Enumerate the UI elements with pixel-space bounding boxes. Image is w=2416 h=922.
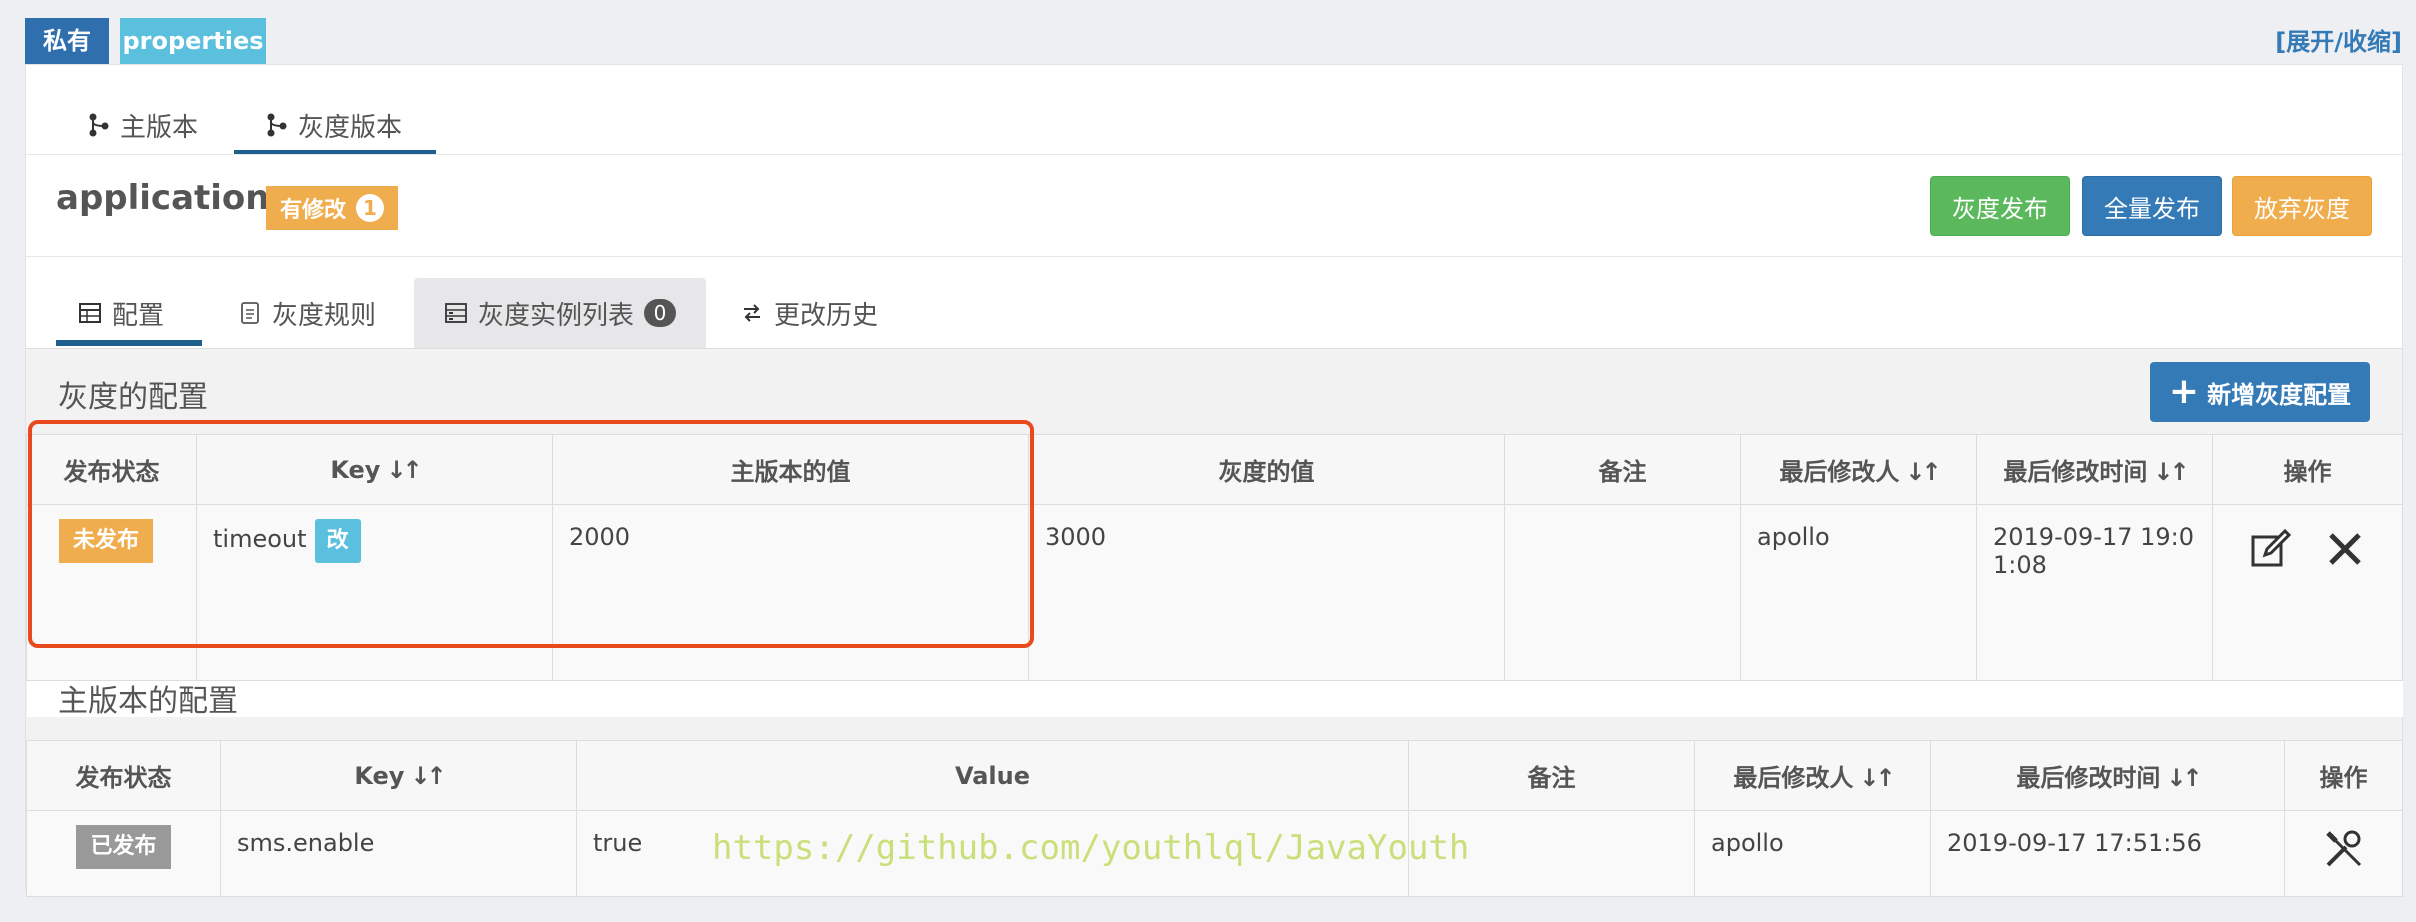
edit-icon[interactable] [2249,527,2293,571]
full-publish-button[interactable]: 全量发布 [2082,176,2222,236]
modifier-cell: apollo [1740,504,1977,681]
divider [26,256,2402,257]
tab-gray-instances[interactable]: 灰度实例列表 0 [414,278,707,348]
watermark-text: https://github.com/youthlql/JavaYouth [712,828,1470,868]
column-header-modifier[interactable]: 最后修改人 ↓↑ [1740,434,1977,505]
branch-icon [266,112,288,138]
column-header-key[interactable]: Key ↓↑ [220,740,577,811]
tab-main-version[interactable]: 主版本 [88,96,198,154]
swap-icon [740,301,764,325]
modifier-cell: apollo [1694,810,1931,897]
gray-config-title: 灰度的配置 [58,380,208,415]
highlight-annotation [28,420,1034,648]
tab-gray-instances-label: 灰度实例列表 [478,300,635,331]
modified-badge-label: 有修改 [280,198,347,223]
branch-icon [88,112,110,138]
divider [26,154,2402,155]
sort-icon[interactable]: ↓↑ [410,762,446,790]
tab-gray-version-label: 灰度版本 [298,112,403,143]
column-header-gray-value: 灰度的值 [1028,434,1505,505]
main-config-title: 主版本的配置 [58,684,238,719]
document-icon [238,301,262,325]
instances-count-badge: 0 [644,299,677,327]
sort-icon[interactable]: ↓↑ [1905,458,1941,486]
add-gray-config-label: 新增灰度配置 [2207,380,2352,409]
column-header-actions: 操作 [2284,740,2403,811]
tab-main-version-label: 主版本 [120,112,199,143]
modified-time-cell: 2019-09-17 19:01:08 [1976,504,2213,681]
modified-count: 1 [356,194,385,222]
column-header-status: 发布状态 [26,740,221,811]
tools-icon[interactable] [2322,827,2366,871]
sort-icon[interactable]: ↓↑ [2153,458,2189,486]
delete-icon[interactable] [2323,527,2367,571]
namespace-title: application [56,178,270,218]
plus-icon: + [2168,371,2200,412]
main-config-table: 发布状态 Key ↓↑ Value 备注 最后修改人 ↓↑ 最后修改时间 ↓↑ 操作 … [26,740,2403,897]
column-header-modified-time-label: 最后修改时间 [2003,458,2148,486]
column-header-key-label: Key [354,761,405,790]
comment-cell [1504,504,1741,681]
column-header-modified-time[interactable]: 最后修改时间 ↓↑ [1976,434,2213,505]
column-header-modifier-label: 最后修改人 [1733,764,1854,792]
tab-gray-version[interactable]: 灰度版本 [266,96,402,154]
tab-gray-rules-label: 灰度规则 [272,300,377,331]
add-gray-config-button[interactable]: + 新增灰度配置 [2150,362,2370,422]
column-header-actions: 操作 [2212,434,2403,505]
list-icon [444,301,468,325]
modified-badge: 有修改 1 [266,186,399,230]
config-key: sms.enable [220,810,577,897]
active-subtab-indicator [56,340,202,346]
private-label: 私有 [25,18,109,64]
column-header-modified-time-label: 最后修改时间 [2016,764,2161,792]
format-label: properties [120,18,266,64]
sort-icon[interactable]: ↓↑ [2166,764,2202,792]
column-header-value: Value [576,740,1409,811]
expand-collapse-link[interactable]: [展开/收缩] [2275,22,2402,57]
abandon-gray-button[interactable]: 放弃灰度 [2232,176,2372,236]
tab-change-history[interactable]: 更改历史 [718,278,900,348]
table-spacer [26,680,2403,717]
tab-config[interactable]: 配置 [56,278,186,348]
gray-value-cell: 3000 [1028,504,1505,681]
status-badge: 已发布 [76,825,171,869]
column-header-modifier-label: 最后修改人 [1779,458,1900,486]
modified-time-cell: 2019-09-17 17:51:56 [1930,810,2285,897]
column-header-comment: 备注 [1504,434,1741,505]
sort-icon[interactable]: ↓↑ [1859,764,1895,792]
gray-publish-button[interactable]: 灰度发布 [1930,176,2070,236]
column-header-comment: 备注 [1408,740,1695,811]
tab-gray-rules[interactable]: 灰度规则 [216,278,398,348]
tab-config-label: 配置 [112,300,165,331]
table-icon [78,301,102,325]
tab-change-history-label: 更改历史 [774,300,879,331]
column-header-modifier[interactable]: 最后修改人 ↓↑ [1694,740,1931,811]
column-header-modified-time[interactable]: 最后修改时间 ↓↑ [1930,740,2285,811]
